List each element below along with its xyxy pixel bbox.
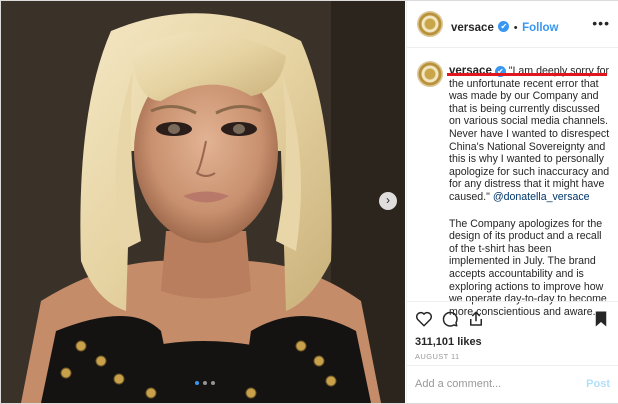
carousel-dot <box>203 381 207 385</box>
likes-count[interactable]: 311,101 likes <box>415 336 482 348</box>
comment-icon[interactable] <box>441 310 459 328</box>
post-side-panel: versace ✔ • Follow ••• versace ✔ "I am d… <box>406 1 618 403</box>
verified-badge-icon: ✔ <box>498 21 510 33</box>
instagram-post-window: › versace ✔ • Follow ••• versace ✔ "I am… <box>0 0 618 404</box>
post-photo[interactable]: › <box>1 1 405 403</box>
caption-quote: "I am deeply sorry for the unfortunate r… <box>449 65 610 203</box>
comment-input[interactable]: Add a comment... <box>415 378 501 390</box>
caption-avatar[interactable] <box>417 61 443 87</box>
avatar[interactable] <box>417 11 443 37</box>
bookmark-icon[interactable] <box>593 310 609 328</box>
post-header: versace ✔ • Follow ••• <box>407 1 618 48</box>
red-underline-annotation <box>447 73 607 76</box>
carousel-dot <box>211 381 215 385</box>
post-date: AUGUST 11 <box>415 352 460 361</box>
heart-icon[interactable] <box>415 310 433 328</box>
separator: • <box>513 22 518 34</box>
portrait-image <box>1 1 405 403</box>
username[interactable]: versace <box>451 22 494 34</box>
post-caption: versace ✔ "I am deeply sorry for the unf… <box>449 65 613 332</box>
comment-bar: Add a comment... Post <box>407 365 618 404</box>
carousel-next-button[interactable]: › <box>379 192 397 210</box>
share-icon[interactable] <box>467 310 485 328</box>
post-actions: 311,101 likes AUGUST 11 <box>407 301 618 374</box>
more-options-icon[interactable]: ••• <box>592 15 610 31</box>
mention-link[interactable]: @donatella_versace <box>493 191 590 203</box>
caption-quote-paragraph: versace ✔ "I am deeply sorry for the unf… <box>449 65 613 204</box>
follow-button[interactable]: Follow <box>522 22 558 34</box>
header-user-line: versace ✔ • Follow <box>451 18 559 36</box>
post-comment-button[interactable]: Post <box>586 378 610 390</box>
carousel-dot-active <box>195 381 199 385</box>
